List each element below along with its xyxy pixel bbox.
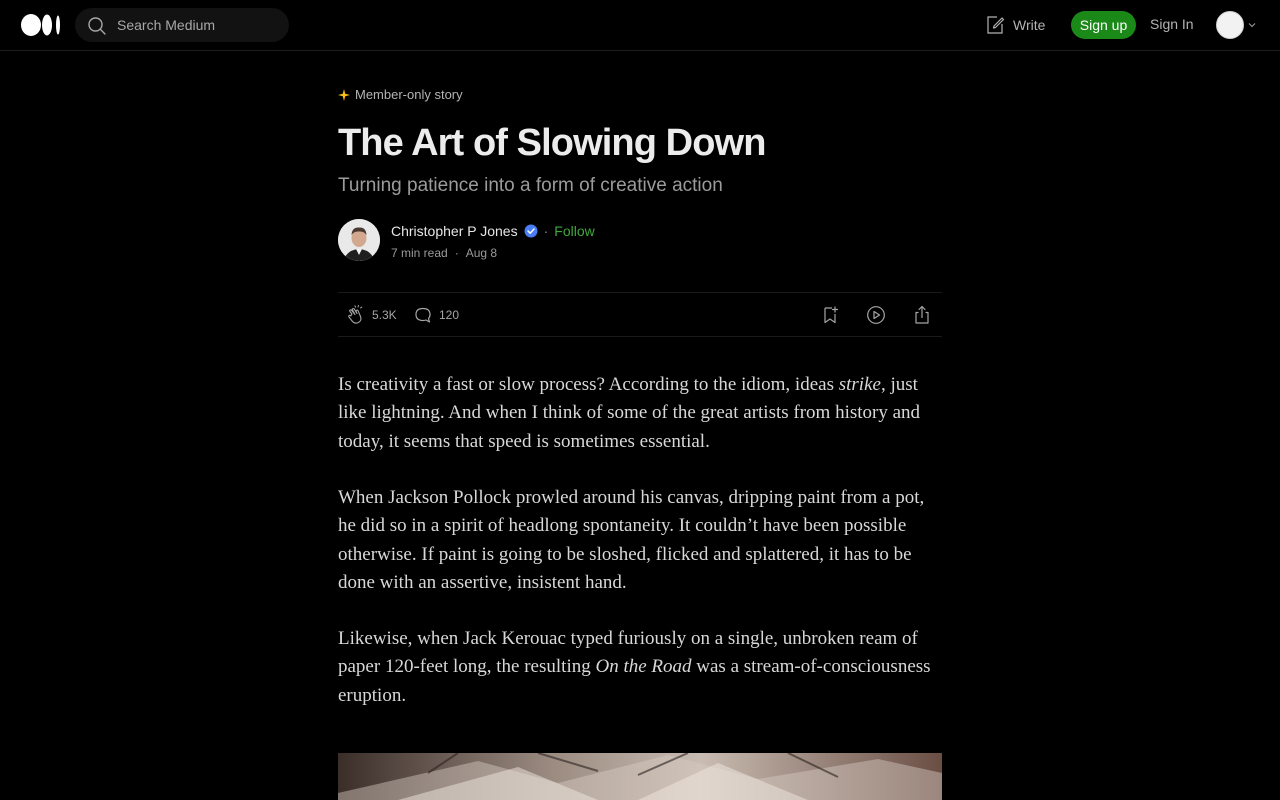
clap-icon (348, 305, 363, 324)
separator-dot: · (454, 246, 459, 260)
responses-button[interactable]: 120 (413, 305, 459, 325)
write-button[interactable]: Write (985, 14, 1045, 36)
medium-logo-icon[interactable] (21, 13, 61, 37)
bookmark-button[interactable] (820, 305, 840, 325)
author-name[interactable]: Christopher P Jones (391, 223, 518, 239)
clap-count: 5.3K (372, 308, 397, 322)
read-time: 7 min read (391, 246, 448, 260)
search-box[interactable] (75, 8, 289, 42)
article-subtitle: Turning patience into a form of creative… (338, 175, 723, 196)
emphasis-text: strike (838, 374, 881, 395)
emphasis-text: On the Road (595, 656, 692, 678)
avatar (1216, 11, 1244, 39)
chevron-down-icon (1248, 23, 1256, 28)
search-input[interactable] (117, 8, 277, 42)
signin-link[interactable]: Sign In (1150, 16, 1194, 32)
share-button[interactable] (912, 305, 932, 325)
listen-button[interactable] (866, 305, 886, 325)
paragraph: When Jackson Pollock prowled around his … (338, 484, 942, 597)
share-icon (915, 305, 929, 324)
separator-dot: · (543, 223, 549, 239)
signup-button[interactable]: Sign up (1071, 11, 1136, 39)
article-meta: 7 min read · Aug 8 (391, 246, 497, 260)
author-line: Christopher P Jones · Follow (391, 223, 595, 239)
author-photo (338, 219, 380, 261)
response-count: 120 (439, 308, 460, 322)
article-hero-image (338, 753, 942, 800)
author-avatar[interactable] (338, 219, 380, 261)
paragraph-text: When Jackson Pollock prowled around his … (338, 487, 925, 593)
paragraph: Is creativity a fast or slow process? Ac… (338, 371, 942, 456)
article-title: The Art of Slowing Down (338, 122, 766, 164)
member-only-label: Member-only story (355, 87, 463, 102)
member-star-icon (338, 88, 350, 101)
publish-date: Aug 8 (465, 246, 498, 260)
top-navbar: Write Sign up Sign In (0, 0, 1280, 51)
hero-image-artwork (338, 753, 942, 800)
search-icon (88, 17, 106, 35)
write-label: Write (1013, 17, 1046, 33)
verified-badge-icon (524, 224, 538, 238)
write-icon (987, 16, 1005, 34)
clap-button[interactable]: 5.3K (346, 305, 397, 325)
user-menu-button[interactable] (1216, 11, 1260, 39)
article-action-bar: 5.3K 120 (338, 292, 942, 337)
member-only-badge: Member-only story (338, 87, 463, 102)
response-icon (415, 307, 431, 323)
follow-button[interactable]: Follow (554, 223, 594, 239)
bookmark-icon (824, 306, 839, 324)
paragraph: Likewise, when Jack Kerouac typed furiou… (338, 625, 942, 710)
paragraph-text: Is creativity a fast or slow process? Ac… (338, 374, 839, 395)
listen-icon (867, 306, 885, 324)
